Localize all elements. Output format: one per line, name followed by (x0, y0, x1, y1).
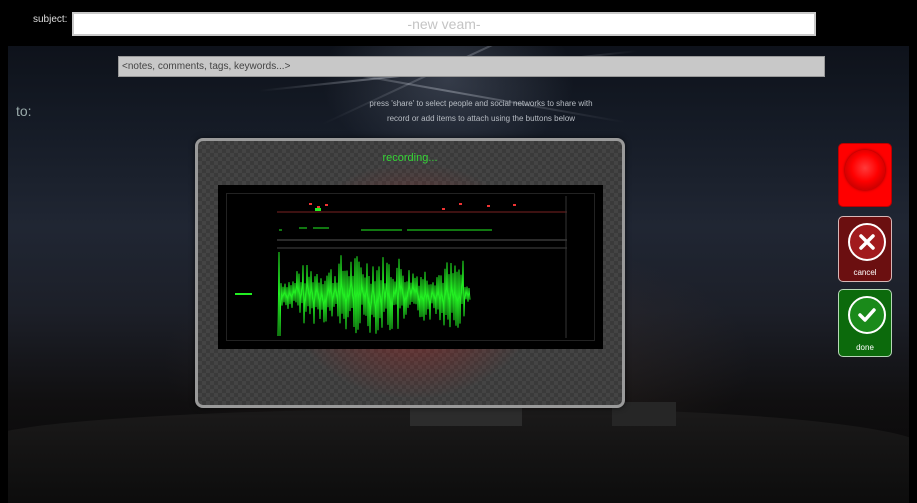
subject-label: subject: (33, 14, 68, 25)
check-icon (848, 296, 886, 334)
cancel-label: cancel (853, 268, 877, 277)
done-button[interactable]: done (838, 289, 892, 357)
waveform-frame (218, 185, 603, 349)
record-icon (845, 150, 885, 190)
instruction-line: press 'share' to select people and socia… (369, 99, 593, 108)
instructions: press 'share' to select people and socia… (356, 96, 606, 126)
to-label: to: (16, 103, 32, 119)
x-icon (848, 223, 886, 261)
background-scene: subject: -new veam- <notes, comments, ta… (8, 0, 909, 503)
recording-panel: recording... (195, 138, 625, 408)
waveform-display (226, 193, 595, 341)
instruction-line: record or add items to attach using the … (386, 114, 576, 123)
record-button[interactable] (838, 143, 892, 207)
done-label: done (856, 343, 874, 352)
cancel-button[interactable]: cancel (838, 216, 892, 282)
notes-input[interactable]: <notes, comments, tags, keywords...> (118, 56, 825, 77)
subject-bar: subject: -new veam- (8, 0, 909, 46)
audio-waveform (277, 251, 471, 337)
waveform-graph (235, 196, 567, 338)
subject-input[interactable]: -new veam- (72, 12, 816, 36)
recording-status: recording... (382, 152, 438, 164)
